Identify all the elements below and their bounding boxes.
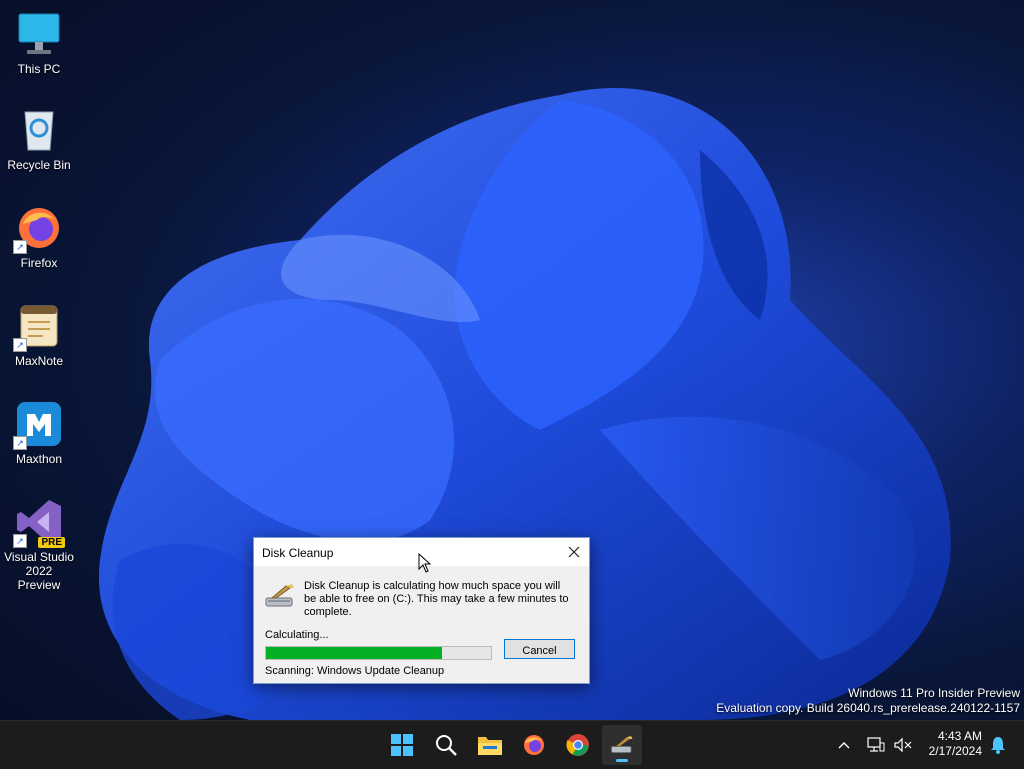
dialog-body: Disk Cleanup is calculating how much spa… bbox=[254, 566, 589, 683]
recycle-bin-icon bbox=[15, 106, 63, 154]
chevron-up-icon bbox=[838, 742, 850, 749]
taskbar: 4:43 AM 2/17/2024 bbox=[0, 720, 1024, 769]
show-hidden-icons-button[interactable] bbox=[826, 721, 862, 769]
firefox-taskbar-button[interactable] bbox=[514, 721, 554, 769]
chrome-taskbar-button[interactable] bbox=[558, 721, 598, 769]
desktop-icon-maxthon[interactable]: ↗ Maxthon bbox=[4, 400, 74, 466]
watermark-line-2: Evaluation copy. Build 26040.rs_prerelea… bbox=[716, 701, 1020, 715]
shortcut-arrow-icon: ↗ bbox=[13, 338, 27, 352]
chrome-icon bbox=[566, 734, 589, 756]
file-explorer-button[interactable] bbox=[470, 721, 510, 769]
desktop-icon-label: MaxNote bbox=[14, 354, 64, 368]
firefox-icon bbox=[524, 735, 544, 755]
scanning-text: Scanning: Windows Update Cleanup bbox=[265, 665, 445, 677]
cancel-button[interactable]: Cancel bbox=[504, 639, 575, 659]
maxthon-icon: ↗ bbox=[13, 400, 63, 450]
start-icon bbox=[391, 734, 413, 756]
start-button[interactable] bbox=[382, 721, 422, 769]
network-button[interactable] bbox=[862, 721, 890, 769]
visual-studio-icon: PRE ↗ bbox=[13, 498, 65, 548]
watermark-line-1: Windows 11 Pro Insider Preview bbox=[848, 686, 1020, 700]
firefox-icon: ↗ bbox=[13, 204, 63, 254]
desktop-icon-recycle-bin[interactable]: Recycle Bin bbox=[4, 106, 74, 172]
progress-fill bbox=[266, 647, 442, 659]
volume-muted-icon bbox=[894, 737, 912, 753]
desktop-icon-firefox[interactable]: ↗ Firefox bbox=[4, 204, 74, 270]
close-icon bbox=[568, 546, 580, 558]
search-button[interactable] bbox=[426, 721, 466, 769]
volume-button[interactable] bbox=[890, 721, 916, 769]
notifications-button[interactable] bbox=[984, 721, 1012, 769]
search-icon bbox=[436, 735, 457, 756]
evaluation-watermark: Windows 11 Pro Insider Preview Evaluatio… bbox=[716, 686, 1020, 716]
disk-cleanup-icon bbox=[264, 582, 296, 613]
bell-icon bbox=[991, 737, 1005, 754]
notebook-icon: ↗ bbox=[13, 302, 63, 352]
desktop-icon-maxnote[interactable]: ↗ MaxNote bbox=[4, 302, 74, 368]
shortcut-arrow-icon: ↗ bbox=[13, 534, 27, 548]
mouse-cursor-icon bbox=[418, 553, 432, 573]
pre-badge: PRE bbox=[38, 537, 65, 548]
close-button[interactable] bbox=[559, 538, 589, 566]
file-explorer-icon bbox=[478, 737, 502, 755]
desktop-icon-label: Recycle Bin bbox=[7, 158, 71, 172]
desktop-icon-label: Maxthon bbox=[15, 452, 63, 466]
clock-date: 2/17/2024 bbox=[928, 744, 982, 758]
status-text: Calculating... bbox=[265, 629, 329, 641]
desktop-icon-label: This PC bbox=[17, 62, 61, 76]
disk-cleanup-taskbar-button[interactable] bbox=[602, 725, 642, 765]
clock[interactable]: 4:43 AM 2/17/2024 bbox=[929, 729, 982, 759]
clock-time: 4:43 AM bbox=[937, 729, 982, 743]
desktop-icon-label: Firefox bbox=[20, 256, 58, 270]
monitor-icon bbox=[15, 10, 63, 58]
desktop-icon-this-pc[interactable]: This PC bbox=[4, 10, 74, 76]
shortcut-arrow-icon: ↗ bbox=[13, 240, 27, 254]
dialog-title: Disk Cleanup bbox=[262, 546, 334, 560]
disk-cleanup-icon bbox=[611, 736, 633, 753]
desktop-icon-label: Visual Studio 2022 Preview bbox=[4, 550, 74, 592]
dialog-message: Disk Cleanup is calculating how much spa… bbox=[304, 580, 569, 618]
progress-bar bbox=[265, 646, 492, 660]
desktop-icon-visual-studio[interactable]: PRE ↗ Visual Studio 2022 Preview bbox=[4, 498, 74, 592]
active-app-indicator bbox=[616, 759, 628, 762]
network-icon bbox=[867, 737, 885, 752]
shortcut-arrow-icon: ↗ bbox=[13, 436, 27, 450]
